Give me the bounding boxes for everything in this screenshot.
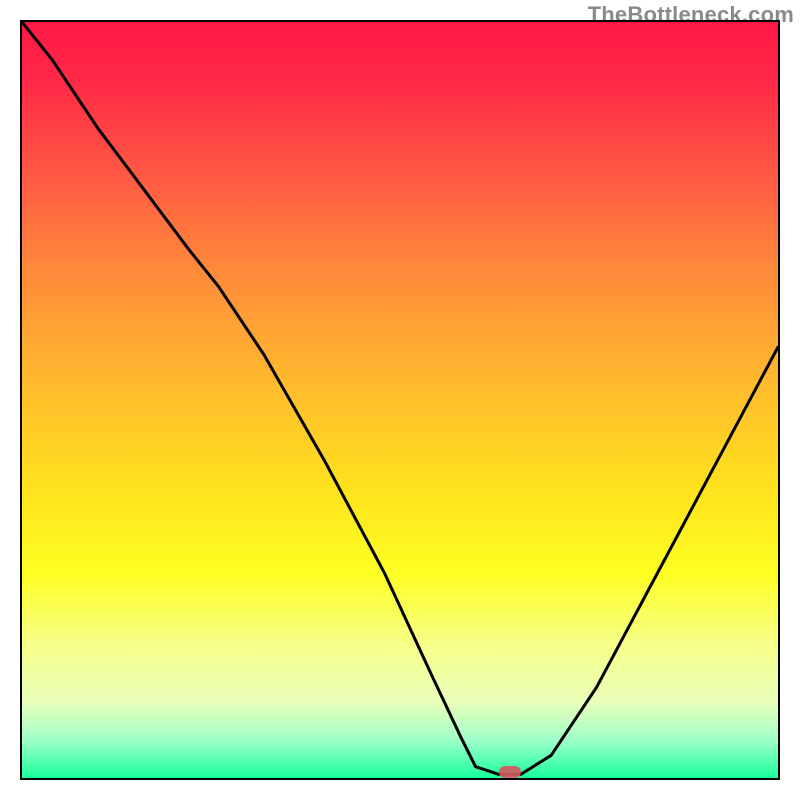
- optimal-point-marker: [499, 766, 521, 778]
- curve-layer: [22, 22, 778, 778]
- chart-container: { "watermark": "TheBottleneck.com", "cha…: [0, 0, 800, 800]
- plot-area: [20, 20, 780, 780]
- bottleneck-curve-path: [22, 22, 778, 774]
